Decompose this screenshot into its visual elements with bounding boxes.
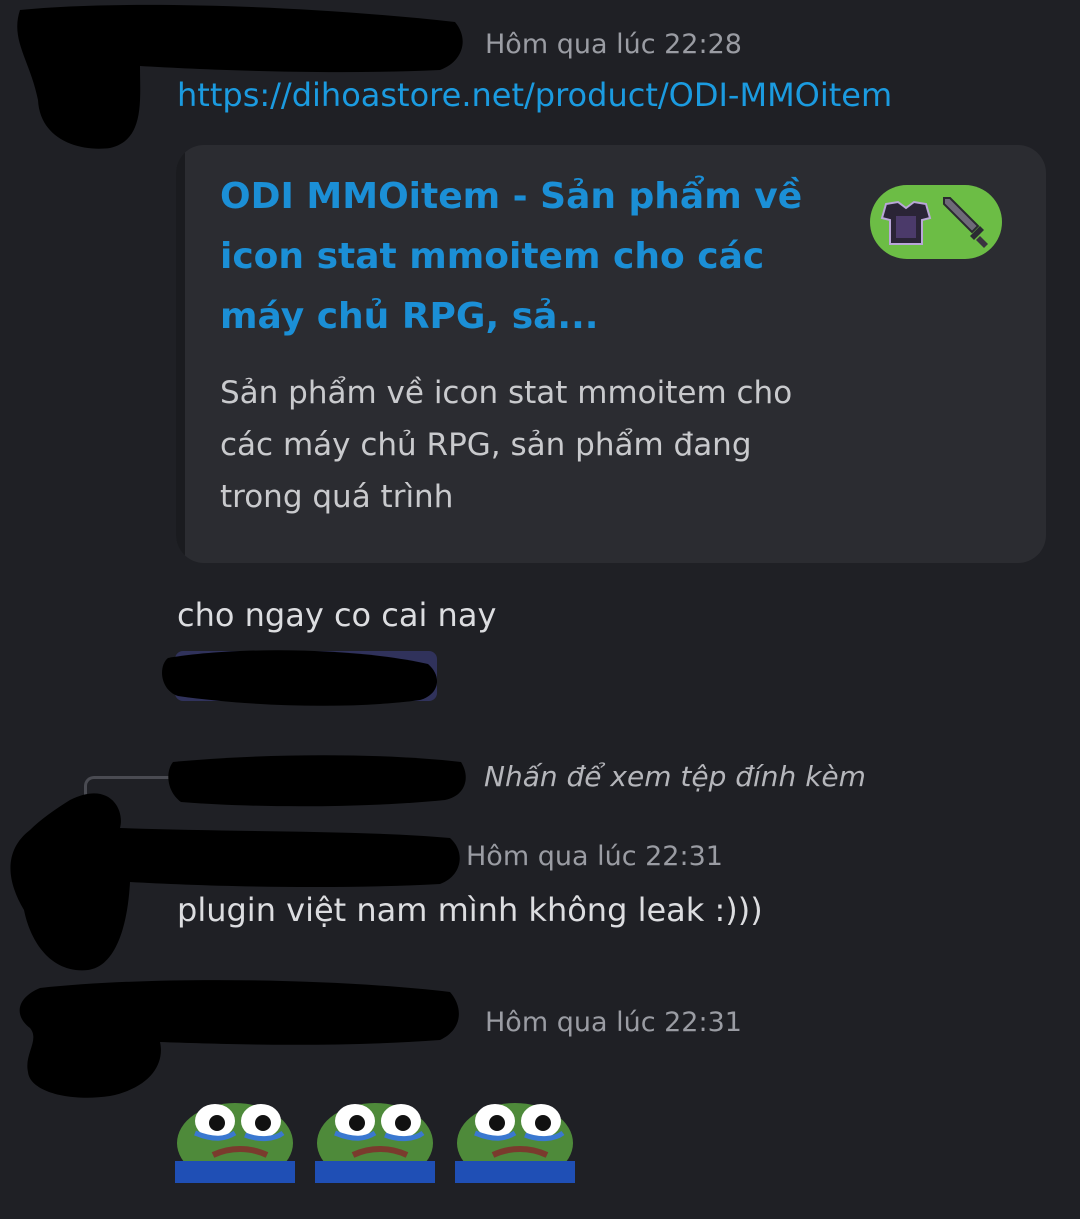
crying-frog-emoji[interactable] [175, 1083, 295, 1183]
message-text: cho ngay co cai nay [177, 596, 497, 634]
message-text: plugin việt nam mình không leak :))) [177, 891, 763, 929]
embed-description: Sản phẩm về icon stat mmoitem cho các má… [220, 375, 793, 515]
chat-view: Hôm qua lúc 22:28 https://dihoastore.net… [0, 0, 1080, 1219]
embed-accent-border [176, 145, 185, 563]
redacted-avatar-and-username-2 [10, 793, 460, 971]
message-timestamp: Hôm qua lúc 22:28 [485, 29, 742, 60]
message-timestamp: Hôm qua lúc 22:31 [485, 1007, 742, 1038]
crying-frog-emoji[interactable] [455, 1083, 575, 1183]
chestplate-icon [880, 200, 932, 245]
reply-preview-attachment[interactable]: Nhấn để xem tệp đính kèm [484, 760, 866, 793]
link-embed[interactable]: ODI MMOitem - Sản phẩm về icon stat mmoi… [176, 145, 1046, 563]
redacted-content [162, 650, 438, 706]
embed-title[interactable]: ODI MMOitem - Sản phẩm về icon stat mmoi… [220, 167, 820, 347]
sword-icon [943, 197, 988, 248]
message-timestamp: Hôm qua lúc 22:31 [466, 841, 723, 872]
product-link[interactable]: https://dihoastore.net/product/ODI-MMOit… [177, 76, 892, 114]
embed-thumbnail[interactable] [870, 185, 1002, 259]
crying-frog-emoji[interactable] [315, 1083, 435, 1183]
